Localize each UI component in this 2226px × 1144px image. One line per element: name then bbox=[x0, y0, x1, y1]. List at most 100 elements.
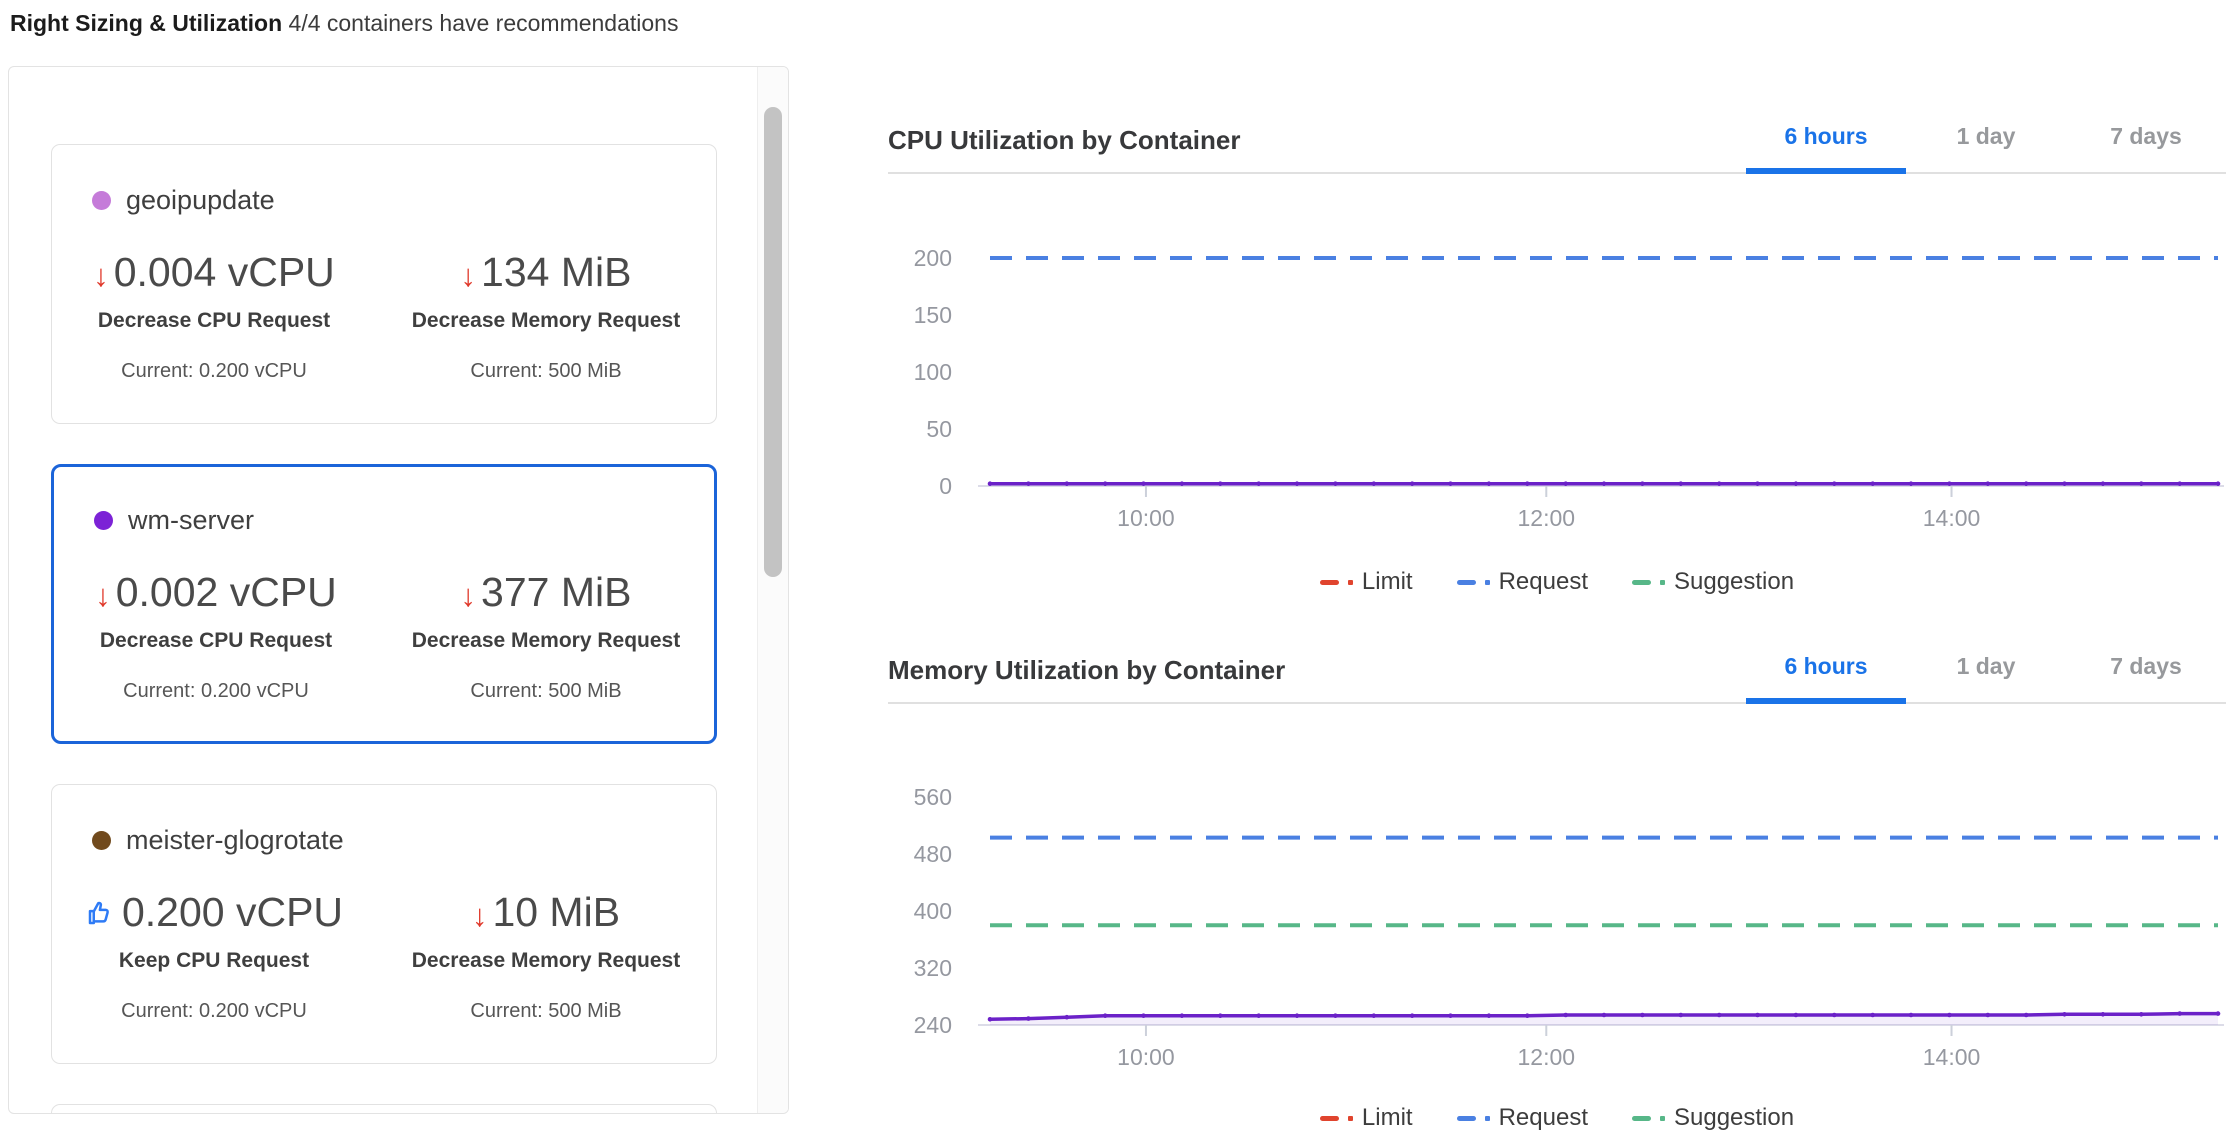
scrollbar-track[interactable] bbox=[757, 67, 788, 1113]
arrow-down-icon: ↓ bbox=[95, 579, 111, 613]
svg-text:400: 400 bbox=[914, 898, 952, 924]
svg-text:10:00: 10:00 bbox=[1117, 505, 1175, 531]
arrow-down-icon: ↓ bbox=[461, 579, 477, 613]
legend-item-request[interactable]: Request bbox=[1457, 568, 1588, 596]
legend-label: Request bbox=[1499, 568, 1588, 596]
page-title-subtext: 4/4 containers have recommendations bbox=[289, 10, 679, 36]
cpu-chart-title: CPU Utilization by Container bbox=[888, 112, 1240, 172]
container-color-dot-icon bbox=[92, 191, 111, 210]
cpu-recommendation: ↓ 0.002 vCPU Decrease CPU Request Curren… bbox=[54, 570, 378, 703]
legend-dot-icon bbox=[1348, 580, 1353, 585]
legend-item-limit[interactable]: Limit bbox=[1320, 568, 1413, 596]
recommendation-current: Current: 500 MiB bbox=[376, 360, 716, 383]
recommendation-action: Decrease Memory Request bbox=[376, 309, 716, 333]
legend-dot-icon bbox=[1660, 1116, 1665, 1121]
arrow-down-icon: ↓ bbox=[461, 259, 477, 293]
svg-text:10:00: 10:00 bbox=[1117, 1044, 1175, 1070]
memory-recommendation: ↓ 377 MiB Decrease Memory Request Curren… bbox=[378, 570, 714, 703]
recommendation-current: Current: 0.200 vCPU bbox=[54, 680, 378, 703]
memory-recommendation-value-row: ↓ 134 MiB bbox=[376, 250, 716, 295]
container-card[interactable]: meister-glogrotate ↓ 0.200 vCPU Keep CPU… bbox=[51, 784, 717, 1064]
svg-text:0: 0 bbox=[939, 473, 952, 499]
cpu-recommendation: ↓ 0.004 vCPU Decrease CPU Request Curren… bbox=[52, 250, 376, 383]
container-color-dot-icon bbox=[94, 511, 113, 530]
legend-dash-icon bbox=[1457, 580, 1476, 585]
legend-dot-icon bbox=[1660, 580, 1665, 585]
svg-text:12:00: 12:00 bbox=[1518, 1044, 1576, 1070]
svg-text:560: 560 bbox=[914, 784, 952, 810]
recommendation-current: Current: 500 MiB bbox=[378, 680, 714, 703]
cpu-chart-legend: Limit Request Suggestion bbox=[888, 568, 2226, 596]
container-name: wm-server bbox=[128, 505, 254, 536]
memory-recommendation-value-row: ↓ 10 MiB bbox=[376, 890, 716, 935]
memory-recommendation-value-row: ↓ 377 MiB bbox=[378, 570, 714, 615]
cpu-utilization-chart: 10:0012:0014:00050100150200 bbox=[888, 178, 2226, 560]
legend-item-request[interactable]: Request bbox=[1457, 1104, 1588, 1132]
svg-text:14:00: 14:00 bbox=[1923, 1044, 1981, 1070]
legend-item-suggestion[interactable]: Suggestion bbox=[1632, 568, 1794, 596]
container-name: meister-glogrotate bbox=[126, 825, 344, 856]
legend-label: Limit bbox=[1362, 568, 1413, 596]
memory-chart-header: Memory Utilization by Container 6 hours1… bbox=[888, 642, 2226, 704]
cpu-recommendation: ↓ 0.200 vCPU Keep CPU Request Current: 0… bbox=[52, 890, 376, 1023]
legend-label: Suggestion bbox=[1674, 1104, 1794, 1132]
memory-chart-title: Memory Utilization by Container bbox=[888, 642, 1285, 702]
page-title: Right Sizing & Utilization 4/4 container… bbox=[10, 10, 678, 37]
memory-chart-legend: Limit Request Suggestion bbox=[888, 1104, 2226, 1132]
tab-7-days[interactable]: 7 days bbox=[2066, 642, 2226, 704]
container-name: geoipupdate bbox=[126, 185, 275, 216]
legend-dash-icon bbox=[1632, 1116, 1651, 1121]
recommendation-columns: ↓ 0.200 vCPU Keep CPU Request Current: 0… bbox=[52, 890, 716, 1023]
recommendation-current: Current: 0.200 vCPU bbox=[52, 1000, 376, 1023]
cpu-recommendation-value-row: ↓ 0.004 vCPU bbox=[52, 250, 376, 295]
container-card-name-row: geoipupdate bbox=[52, 185, 716, 216]
container-recommendation-panel: geoipupdate ↓ 0.004 vCPU Decrease CPU Re… bbox=[8, 66, 789, 1114]
thumbs-up-icon bbox=[85, 892, 115, 937]
recommendation-value: 377 MiB bbox=[481, 570, 631, 615]
container-card-partial[interactable] bbox=[51, 1104, 717, 1113]
legend-label: Suggestion bbox=[1674, 568, 1794, 596]
scrollbar-thumb[interactable] bbox=[764, 107, 782, 577]
container-card[interactable]: geoipupdate ↓ 0.004 vCPU Decrease CPU Re… bbox=[51, 144, 717, 424]
container-card-name-row: meister-glogrotate bbox=[52, 825, 716, 856]
recommendation-current: Current: 500 MiB bbox=[376, 1000, 716, 1023]
legend-item-suggestion[interactable]: Suggestion bbox=[1632, 1104, 1794, 1132]
svg-text:50: 50 bbox=[926, 416, 952, 442]
recommendation-value: 10 MiB bbox=[492, 890, 620, 935]
tab-1-day[interactable]: 1 day bbox=[1906, 642, 2066, 704]
recommendation-columns: ↓ 0.002 vCPU Decrease CPU Request Curren… bbox=[54, 570, 714, 703]
recommendation-columns: ↓ 0.004 vCPU Decrease CPU Request Curren… bbox=[52, 250, 716, 383]
svg-text:240: 240 bbox=[914, 1012, 952, 1038]
legend-label: Request bbox=[1499, 1104, 1588, 1132]
svg-text:14:00: 14:00 bbox=[1923, 505, 1981, 531]
container-card[interactable]: wm-server ↓ 0.002 vCPU Decrease CPU Requ… bbox=[51, 464, 717, 744]
container-card-list: geoipupdate ↓ 0.004 vCPU Decrease CPU Re… bbox=[9, 67, 757, 1113]
page-title-bold: Right Sizing & Utilization bbox=[10, 10, 282, 36]
recommendation-action: Decrease Memory Request bbox=[376, 949, 716, 973]
recommendation-action: Decrease Memory Request bbox=[378, 629, 714, 653]
container-color-dot-icon bbox=[92, 831, 111, 850]
tab-6-hours[interactable]: 6 hours bbox=[1746, 642, 1906, 704]
svg-text:12:00: 12:00 bbox=[1518, 505, 1576, 531]
recommendation-current: Current: 0.200 vCPU bbox=[52, 360, 376, 383]
svg-text:480: 480 bbox=[914, 841, 952, 867]
recommendation-value: 0.004 vCPU bbox=[114, 250, 335, 295]
tab-7-days[interactable]: 7 days bbox=[2066, 112, 2226, 174]
tab-1-day[interactable]: 1 day bbox=[1906, 112, 2066, 174]
memory-chart-timerange-tabs: 6 hours1 day7 days bbox=[1746, 642, 2226, 702]
tab-6-hours[interactable]: 6 hours bbox=[1746, 112, 1906, 174]
svg-text:320: 320 bbox=[914, 955, 952, 981]
legend-item-limit[interactable]: Limit bbox=[1320, 1104, 1413, 1132]
cpu-recommendation-value-row: ↓ 0.002 vCPU bbox=[54, 570, 378, 615]
svg-text:200: 200 bbox=[914, 245, 952, 271]
cpu-recommendation-value-row: ↓ 0.200 vCPU bbox=[52, 890, 376, 935]
recommendation-action: Keep CPU Request bbox=[52, 949, 376, 973]
legend-dot-icon bbox=[1348, 1116, 1353, 1121]
legend-dash-icon bbox=[1320, 580, 1339, 585]
arrow-down-icon: ↓ bbox=[472, 899, 488, 933]
recommendation-action: Decrease CPU Request bbox=[54, 629, 378, 653]
legend-dot-icon bbox=[1485, 580, 1490, 585]
memory-recommendation: ↓ 10 MiB Decrease Memory Request Current… bbox=[376, 890, 716, 1023]
recommendation-value: 134 MiB bbox=[481, 250, 631, 295]
svg-text:150: 150 bbox=[914, 302, 952, 328]
